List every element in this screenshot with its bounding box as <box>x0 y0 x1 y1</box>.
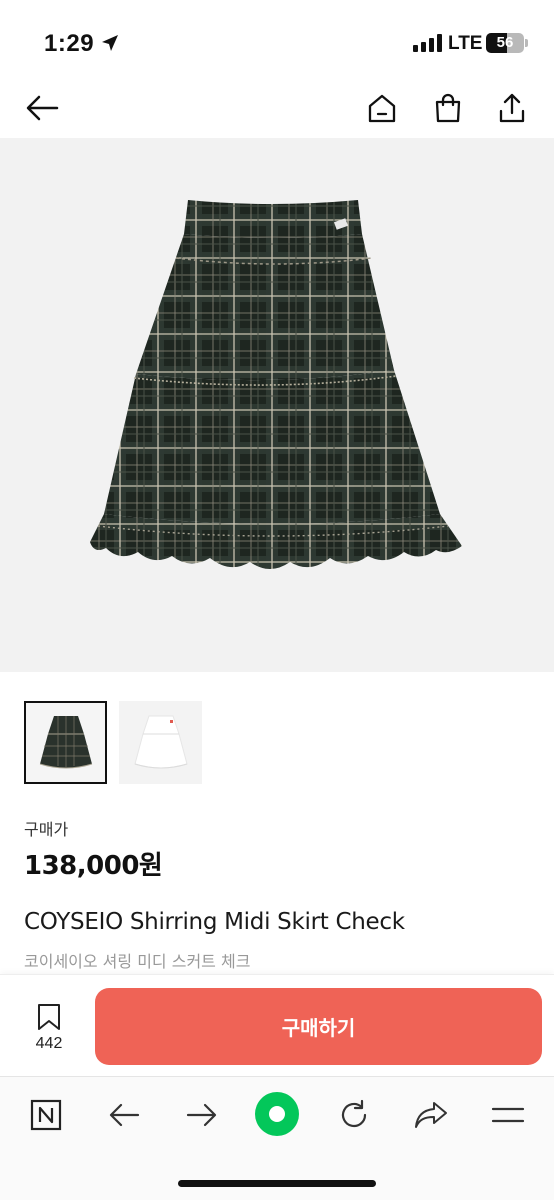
purchase-action-bar: 442 구매하기 <box>0 974 554 1076</box>
browser-menu-button[interactable] <box>488 1095 528 1135</box>
reload-button[interactable] <box>334 1095 374 1135</box>
thumbnail-strip <box>24 701 202 784</box>
share-arrow-icon <box>415 1102 447 1128</box>
status-time: 1:29 <box>44 30 95 57</box>
product-title-en: COYSEIO Shirring Midi Skirt Check <box>24 909 405 935</box>
forward-icon <box>186 1103 217 1127</box>
location-arrow-icon <box>102 35 118 51</box>
browser-share-button[interactable] <box>411 1095 451 1135</box>
wishlist-button[interactable]: 442 <box>26 1003 72 1053</box>
shopping-bag-icon <box>435 93 461 123</box>
buy-button[interactable]: 구매하기 <box>95 988 542 1065</box>
cart-button[interactable] <box>428 86 468 130</box>
back-arrow-icon <box>26 95 59 121</box>
plaid-skirt-thumbnail <box>39 715 92 768</box>
status-bar: 1:29 LTE 56 <box>0 0 554 88</box>
browser-forward-button[interactable] <box>182 1095 222 1135</box>
network-type: LTE <box>448 33 483 54</box>
browser-back-button[interactable] <box>104 1095 144 1135</box>
product-price: 138,000원 <box>24 851 163 881</box>
bookmark-icon <box>38 1004 60 1030</box>
nav-header <box>0 80 554 138</box>
home-icon <box>368 94 396 123</box>
battery-icon: 56 <box>486 33 524 53</box>
naver-home-button[interactable] <box>26 1095 66 1135</box>
green-dot-icon <box>255 1092 299 1136</box>
menu-icon <box>491 1107 525 1123</box>
back-icon <box>109 1103 140 1127</box>
white-skirt-thumbnail <box>133 715 188 768</box>
green-dot-button[interactable] <box>254 1091 300 1137</box>
back-button[interactable] <box>20 86 64 130</box>
signal-icon <box>413 34 442 52</box>
battery-cap <box>525 39 528 47</box>
naver-n-icon <box>30 1099 62 1131</box>
plaid-skirt-image <box>90 200 462 569</box>
thumbnail-1[interactable] <box>24 701 107 784</box>
product-title-ko: 코이세이오 셔링 미디 스커트 체크 <box>24 952 251 971</box>
wishlist-count: 442 <box>35 1035 63 1052</box>
product-image[interactable] <box>0 138 554 672</box>
price-label: 구매가 <box>24 820 69 839</box>
reload-icon <box>341 1099 367 1128</box>
thumbnail-2[interactable] <box>119 701 202 784</box>
battery-level: 56 <box>496 34 514 51</box>
share-icon <box>499 93 525 123</box>
home-indicator <box>178 1180 376 1187</box>
home-button[interactable] <box>362 86 402 130</box>
share-button[interactable] <box>492 86 532 130</box>
